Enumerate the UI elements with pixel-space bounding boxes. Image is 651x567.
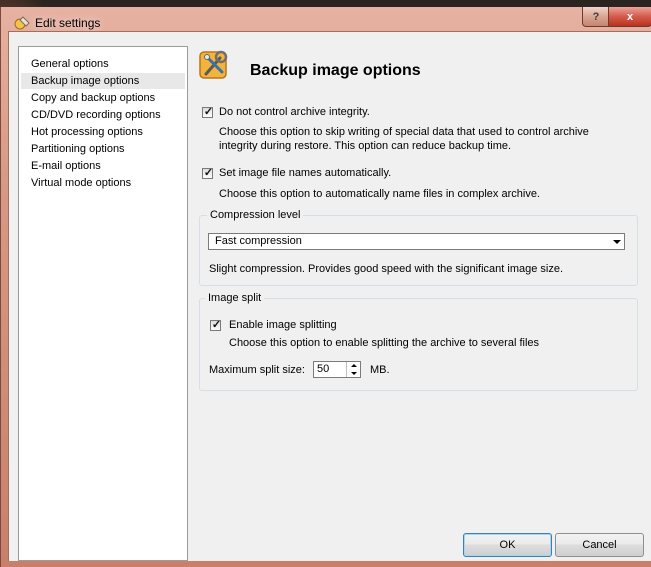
auto-names-label[interactable]: Set image file names automatically. (219, 167, 391, 179)
help-button[interactable]: ? (582, 7, 610, 27)
auto-names-description: Choose this option to automatically name… (219, 188, 540, 200)
nav-item-partitioning-options[interactable]: Partitioning options (21, 141, 185, 157)
close-icon: x (626, 10, 634, 23)
nav-item-hot-processing-options[interactable]: Hot processing options (21, 124, 185, 140)
compression-level-value: Fast compression (215, 235, 302, 247)
max-split-size-unit: MB. (370, 364, 390, 376)
max-split-size-value: 50 (317, 363, 330, 375)
window-title: Edit settings (35, 16, 101, 30)
nav-item-backup-image-options[interactable]: Backup image options (21, 73, 185, 89)
panel-title: Backup image options (250, 62, 421, 79)
archive-integrity-label[interactable]: Do not control archive integrity. (219, 106, 370, 118)
nav-item-copy-and-backup-options[interactable]: Copy and backup options (21, 90, 185, 106)
ok-button[interactable]: OK (463, 533, 552, 557)
max-split-size-label: Maximum split size: (209, 364, 305, 376)
enable-splitting-checkbox[interactable]: ✓ (210, 319, 222, 331)
nav-item-email-options[interactable]: E-mail options (21, 158, 185, 174)
cancel-button[interactable]: Cancel (555, 533, 644, 557)
help-icon: ? (592, 10, 600, 23)
auto-names-checkbox[interactable]: ✓ (202, 167, 214, 179)
enable-splitting-label[interactable]: Enable image splitting (229, 319, 337, 331)
compression-level-select[interactable]: Fast compression (208, 233, 625, 250)
app-icon (14, 16, 30, 30)
checkmark-icon: ✓ (211, 319, 222, 331)
close-button[interactable]: x (608, 7, 651, 27)
max-split-size-stepper[interactable]: 50 (313, 361, 361, 378)
archive-integrity-description: Choose this option to skip writing of sp… (219, 126, 589, 152)
spin-up-icon[interactable] (347, 362, 360, 369)
image-split-group-label: Image split (205, 292, 265, 304)
nav-item-virtual-mode-options[interactable]: Virtual mode options (21, 175, 185, 191)
spin-down-icon[interactable] (347, 370, 360, 377)
nav-item-general-options[interactable]: General options (21, 56, 185, 72)
window-bottom-frame (8, 561, 651, 567)
checkmark-icon: ✓ (203, 167, 214, 179)
checkmark-icon: ✓ (203, 106, 214, 118)
enable-splitting-description: Choose this option to enable splitting t… (229, 337, 540, 349)
chevron-down-icon[interactable] (610, 235, 623, 248)
compression-level-description: Slight compression. Provides good speed … (209, 263, 564, 275)
settings-tools-icon (199, 50, 228, 79)
compression-level-group-label: Compression level (207, 209, 304, 221)
archive-integrity-checkbox[interactable]: ✓ (202, 106, 214, 118)
spin-buttons (346, 362, 360, 377)
options-category-list[interactable]: General options Backup image options Cop… (18, 46, 188, 561)
nav-item-cd-dvd-recording-options[interactable]: CD/DVD recording options (21, 107, 185, 123)
